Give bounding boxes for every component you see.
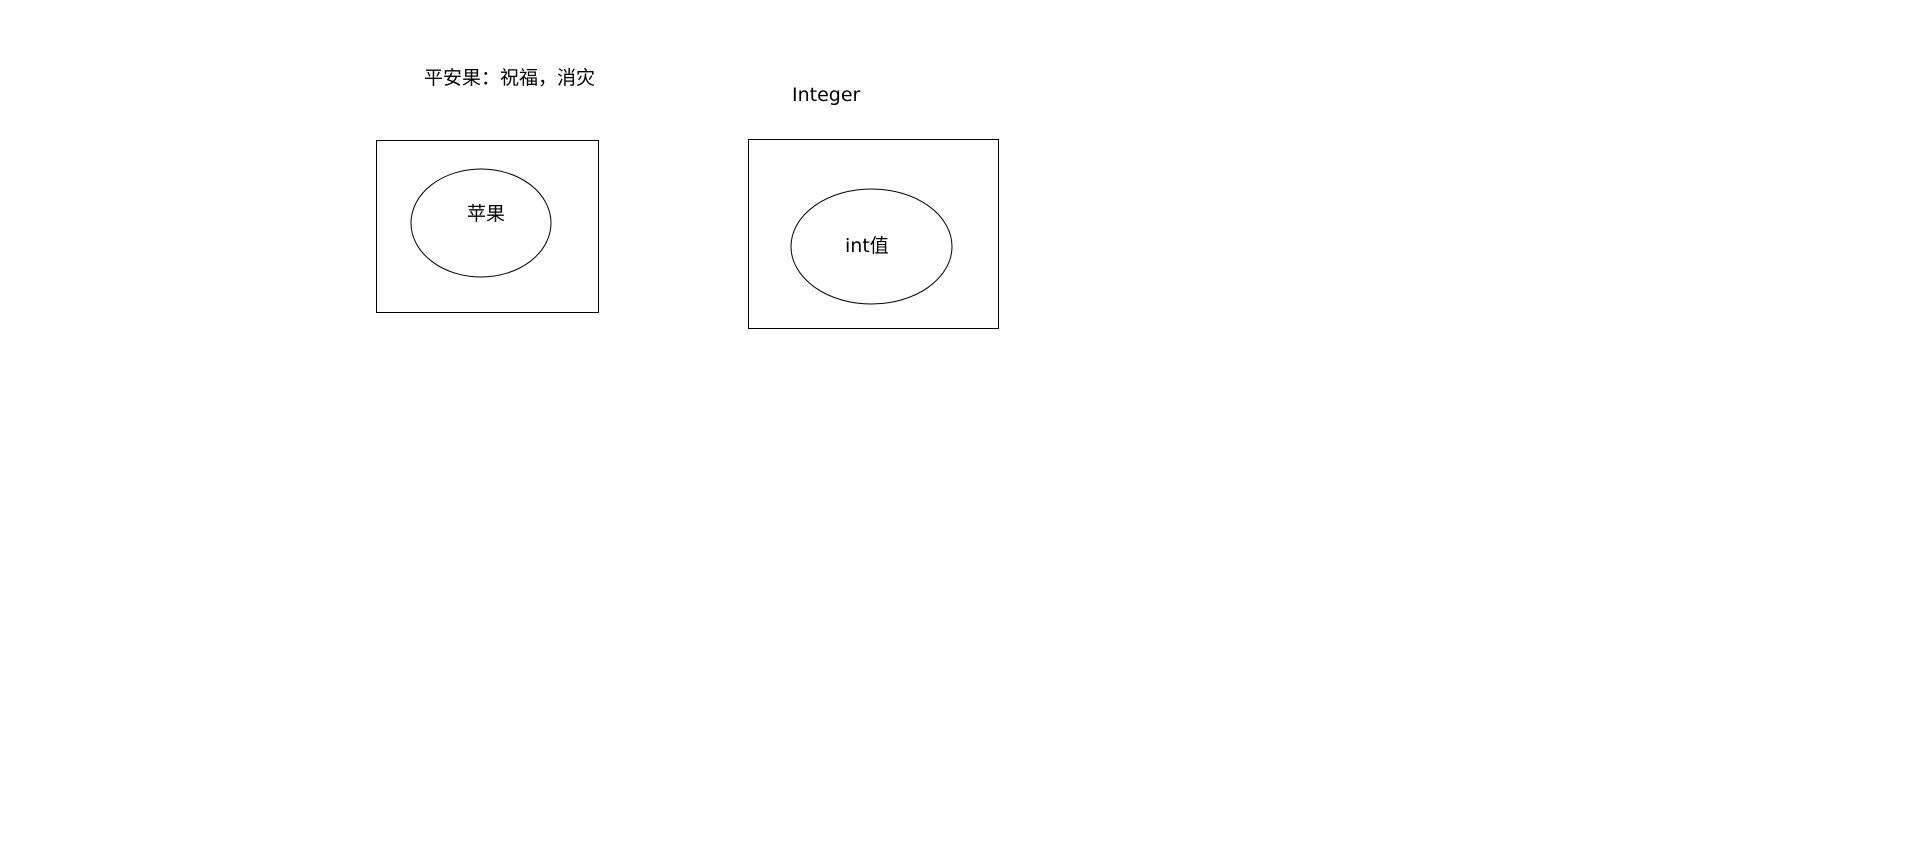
right-caption: Integer (792, 84, 861, 106)
right-box (748, 139, 999, 329)
left-caption: 平安果：祝福，消灾 (424, 67, 596, 89)
left-inner-label: 苹果 (467, 203, 506, 225)
right-inner-label: int值 (845, 235, 889, 257)
left-box (376, 140, 599, 313)
diagram-canvas (376, 139, 999, 329)
